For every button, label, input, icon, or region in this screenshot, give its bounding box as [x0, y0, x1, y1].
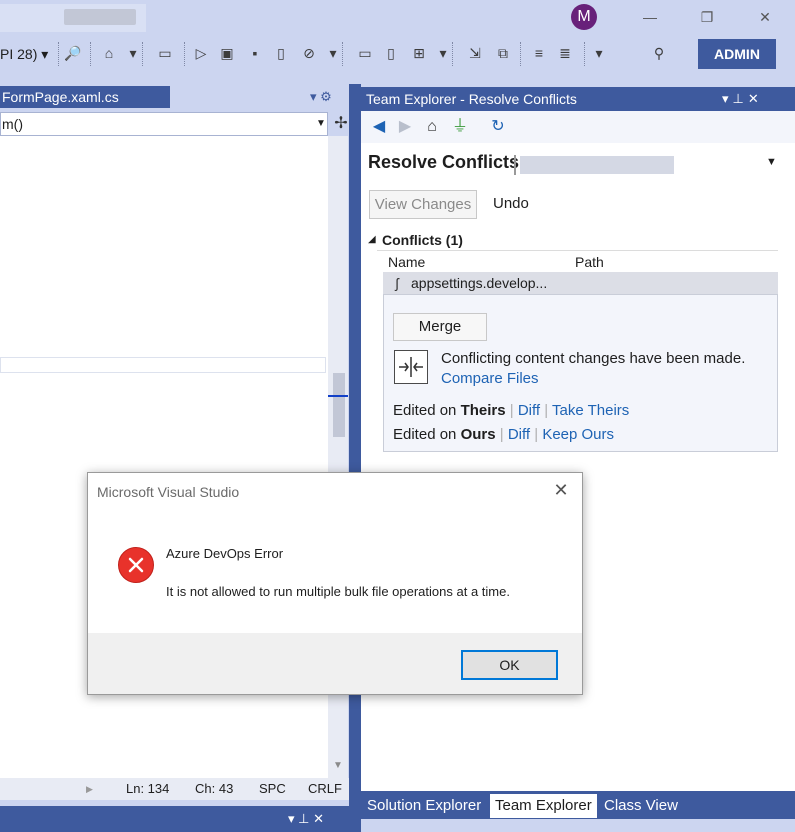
- home-screen-icon[interactable]: ⌂: [100, 44, 118, 62]
- scroll-down-arrow-icon[interactable]: ▼: [328, 756, 348, 776]
- error-message: It is not allowed to run multiple bulk f…: [166, 584, 510, 599]
- tab-class-view[interactable]: Class View: [599, 794, 683, 818]
- theirs-label: Theirs: [460, 402, 506, 419]
- merge-conflict-icon: [394, 350, 428, 384]
- code-line-highlight: [0, 357, 326, 373]
- toolbar-overflow-icon[interactable]: ▾: [590, 44, 608, 62]
- refresh-icon[interactable]: ↻: [488, 117, 508, 137]
- separator-pipe: |: [544, 402, 549, 419]
- error-heading: Azure DevOps Error: [166, 546, 284, 561]
- status-line-ending[interactable]: CRLF: [308, 778, 342, 800]
- dropdown-arrow-icon[interactable]: ▾: [434, 44, 452, 62]
- editor-tab-formpage[interactable]: FormPage.xaml.cs: [0, 86, 170, 108]
- toolbar-separator: [184, 42, 188, 66]
- api-level-combo[interactable]: PI 28) ▾: [0, 44, 48, 64]
- compare-files-link[interactable]: Compare Files: [441, 370, 539, 387]
- window-title-redacted-text: [64, 9, 136, 25]
- theirs-edit-line: Edited on Theirs | Diff | Take Theirs: [393, 402, 629, 419]
- admin-button[interactable]: ADMIN: [698, 39, 776, 69]
- bottom-panel-controls[interactable]: ▾ ⊥ ✕: [288, 806, 324, 832]
- conflict-description: Conflicting content changes have been ma…: [441, 350, 746, 367]
- ours-label: Ours: [460, 426, 496, 443]
- back-icon[interactable]: ◀: [369, 117, 389, 137]
- ours-diff-link[interactable]: Diff: [508, 426, 530, 443]
- phone-icon[interactable]: ▯: [382, 44, 400, 62]
- status-spacing[interactable]: SPC: [259, 778, 286, 800]
- dialog-close-icon[interactable]: ✕: [551, 480, 571, 500]
- status-column: Ch: 43: [195, 781, 234, 796]
- separator-pipe: |: [499, 426, 504, 443]
- page-title: Resolve Conflicts: [368, 152, 520, 172]
- panel-splitter[interactable]: [349, 84, 361, 832]
- toolbar-separator: [452, 42, 456, 66]
- live-share-icon[interactable]: ⚲: [650, 44, 668, 62]
- merge-button[interactable]: Merge: [393, 313, 487, 341]
- toolbar-separator: [90, 42, 94, 66]
- member-navigation-combo[interactable]: m(): [0, 112, 328, 136]
- error-icon: [118, 547, 154, 583]
- close-window-button[interactable]: ✕: [753, 6, 777, 28]
- ours-edit-line: Edited on Ours | Diff | Keep Ours: [393, 426, 614, 443]
- status-line: Ln: 134: [126, 781, 170, 796]
- toolbar-separator: [584, 42, 588, 66]
- package-icon[interactable]: ▣: [218, 44, 236, 62]
- separator-pipe: |: [509, 402, 514, 419]
- conflict-file-name[interactable]: appsettings.develop...: [411, 275, 547, 291]
- account-avatar[interactable]: M: [571, 4, 597, 30]
- dropdown-arrow-icon[interactable]: ▾: [324, 44, 342, 62]
- theirs-diff-link[interactable]: Diff: [518, 402, 540, 419]
- block-icon[interactable]: ⊘: [300, 44, 318, 62]
- monitor-icon[interactable]: ▭: [356, 44, 374, 62]
- device-manager-icon[interactable]: ▯: [272, 44, 290, 62]
- tab-solution-explorer[interactable]: Solution Explorer: [362, 794, 486, 818]
- undo-link[interactable]: Undo: [493, 195, 529, 212]
- column-header-name[interactable]: Name: [388, 254, 425, 270]
- home-icon[interactable]: ⌂: [422, 117, 442, 137]
- bottom-strip: [361, 819, 795, 832]
- device-run-icon[interactable]: ▷: [192, 44, 210, 62]
- minimize-button[interactable]: —: [638, 6, 662, 28]
- collapse-caret-icon[interactable]: ◢: [368, 234, 376, 246]
- uncomment-icon[interactable]: ≣: [556, 44, 574, 62]
- scrollbar-caret-marker: [328, 395, 348, 397]
- conflicts-section-header[interactable]: Conflicts (1): [382, 232, 463, 248]
- theirs-prefix: Edited on: [393, 402, 461, 419]
- editor-tab-controls[interactable]: ▾ ⚙: [310, 86, 354, 108]
- find-icon[interactable]: 🔎: [64, 44, 82, 62]
- view-changes-button[interactable]: View Changes: [369, 190, 477, 219]
- scrollbar-thumb[interactable]: [333, 373, 345, 437]
- team-explorer-header-controls[interactable]: ▾⊥✕: [722, 87, 784, 111]
- dropdown-arrow-icon[interactable]: ▾: [124, 44, 142, 62]
- forward-icon[interactable]: ▶: [395, 117, 415, 137]
- section-divider: [377, 250, 778, 251]
- page-menu-chevron-icon[interactable]: ▼: [766, 152, 777, 172]
- conflict-file-icon: ʃ: [395, 275, 399, 291]
- terminal-icon[interactable]: ▪: [246, 44, 264, 62]
- chevron-down-icon[interactable]: ▼: [314, 112, 328, 136]
- step-icon[interactable]: ⇲: [466, 44, 484, 62]
- dialog-title: Microsoft Visual Studio: [97, 484, 240, 500]
- toolbar-separator: [520, 42, 524, 66]
- column-header-path[interactable]: Path: [575, 254, 604, 270]
- separator-pipe: |: [534, 426, 539, 443]
- keep-ours-link[interactable]: Keep Ours: [542, 426, 614, 443]
- take-theirs-link[interactable]: Take Theirs: [552, 402, 629, 419]
- connect-plug-icon[interactable]: ⏚: [450, 117, 470, 137]
- tab-team-explorer[interactable]: Team Explorer: [490, 794, 597, 818]
- clipboard-icon[interactable]: ▭: [156, 44, 174, 62]
- copy-icon[interactable]: ⧉: [494, 44, 512, 62]
- scroll-right-arrow-icon[interactable]: ▶: [86, 778, 93, 800]
- toolbar-separator: [342, 42, 346, 66]
- comment-icon[interactable]: ≡: [530, 44, 548, 62]
- ok-button[interactable]: OK: [461, 650, 558, 680]
- workspace-name-redacted: [520, 156, 674, 174]
- ours-prefix: Edited on: [393, 426, 461, 443]
- robot-icon[interactable]: ⊞: [410, 44, 428, 62]
- toolbar-separator: [58, 42, 62, 66]
- bottom-panel-header: ▾ ⊥ ✕: [0, 806, 355, 832]
- editor-status-bar: ▶ Ln: 134 Ch: 43 SPC CRLF: [0, 778, 355, 800]
- restore-button[interactable]: ❐: [695, 6, 719, 28]
- title-separator: [514, 155, 516, 175]
- toolbar-separator: [142, 42, 146, 66]
